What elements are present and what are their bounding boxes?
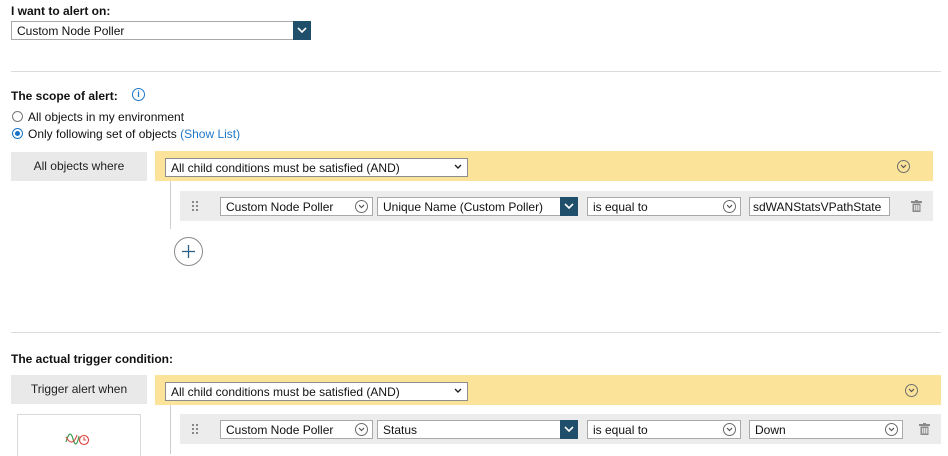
plus-icon — [182, 245, 195, 258]
trash-icon[interactable] — [911, 200, 922, 212]
all-objects-where-label: All objects where — [11, 152, 147, 181]
divider — [11, 71, 941, 72]
radio-following-objects[interactable] — [12, 128, 23, 139]
chart-trend-icon — [65, 433, 90, 446]
scope-title: The scope of alert: — [11, 89, 118, 103]
trigger-preview-panel — [17, 414, 141, 456]
tree-line — [170, 405, 171, 454]
trigger-object-value: Custom Node Poller — [226, 423, 334, 437]
chevron-down-icon — [723, 423, 736, 436]
trigger-alert-when-label: Trigger alert when — [11, 375, 147, 404]
scope-field-select[interactable]: Unique Name (Custom Poller) — [377, 197, 578, 216]
scope-value-input[interactable]: sdWANStatsVPathState — [749, 197, 890, 216]
alert-on-value: Custom Node Poller — [17, 24, 125, 38]
scope-object-select[interactable]: Custom Node Poller — [220, 197, 373, 216]
trigger-logic-select[interactable]: All child conditions must be satisfied (… — [165, 382, 468, 401]
chevron-down-icon — [454, 164, 462, 169]
drag-handle-icon[interactable] — [192, 424, 200, 434]
collapse-icon[interactable] — [905, 384, 918, 397]
trash-icon[interactable] — [919, 423, 930, 435]
trigger-object-select[interactable]: Custom Node Poller — [220, 420, 373, 439]
chevron-down-icon — [723, 200, 736, 213]
chevron-down-icon[interactable] — [293, 21, 311, 40]
alert-on-select[interactable]: Custom Node Poller — [11, 21, 311, 40]
info-icon[interactable]: i — [132, 88, 145, 101]
trigger-value-select[interactable]: Down — [749, 420, 903, 439]
trigger-title: The actual trigger condition: — [11, 352, 174, 366]
scope-operator-value: is equal to — [593, 200, 648, 214]
trigger-logic-value: All child conditions must be satisfied (… — [171, 385, 400, 399]
scope-field-value: Unique Name (Custom Poller) — [383, 200, 544, 214]
chevron-down-icon — [355, 200, 368, 213]
scope-logic-select[interactable]: All child conditions must be satisfied (… — [165, 158, 468, 177]
chevron-down-icon — [885, 423, 898, 436]
trigger-operator-value: is equal to — [593, 423, 648, 437]
chevron-down-icon — [355, 423, 368, 436]
add-condition-button[interactable] — [174, 237, 203, 266]
chevron-down-icon — [454, 388, 462, 393]
scope-object-value: Custom Node Poller — [226, 200, 334, 214]
tree-line — [170, 181, 171, 229]
trigger-value-text: Down — [755, 423, 786, 437]
trigger-operator-select[interactable]: is equal to — [587, 420, 741, 439]
chevron-down-icon[interactable] — [560, 420, 578, 439]
scope-value-text: sdWANStatsVPathState — [753, 200, 882, 214]
radio-all-objects-label: All objects in my environment — [28, 110, 185, 124]
radio-following-objects-text: Only following set of objects — [28, 127, 177, 141]
alert-on-label: I want to alert on: — [11, 4, 111, 18]
trigger-field-select[interactable]: Status — [377, 420, 578, 439]
trigger-field-value: Status — [383, 423, 418, 437]
chevron-down-icon[interactable] — [560, 197, 578, 216]
drag-handle-icon[interactable] — [192, 201, 200, 211]
radio-following-objects-label: Only following set of objects (Show List… — [28, 127, 240, 141]
radio-all-objects[interactable] — [12, 111, 23, 122]
collapse-icon[interactable] — [897, 160, 910, 173]
scope-operator-select[interactable]: is equal to — [587, 197, 741, 216]
scope-logic-value: All child conditions must be satisfied (… — [171, 161, 400, 175]
show-list-link[interactable]: (Show List) — [180, 127, 240, 141]
divider — [11, 332, 941, 333]
